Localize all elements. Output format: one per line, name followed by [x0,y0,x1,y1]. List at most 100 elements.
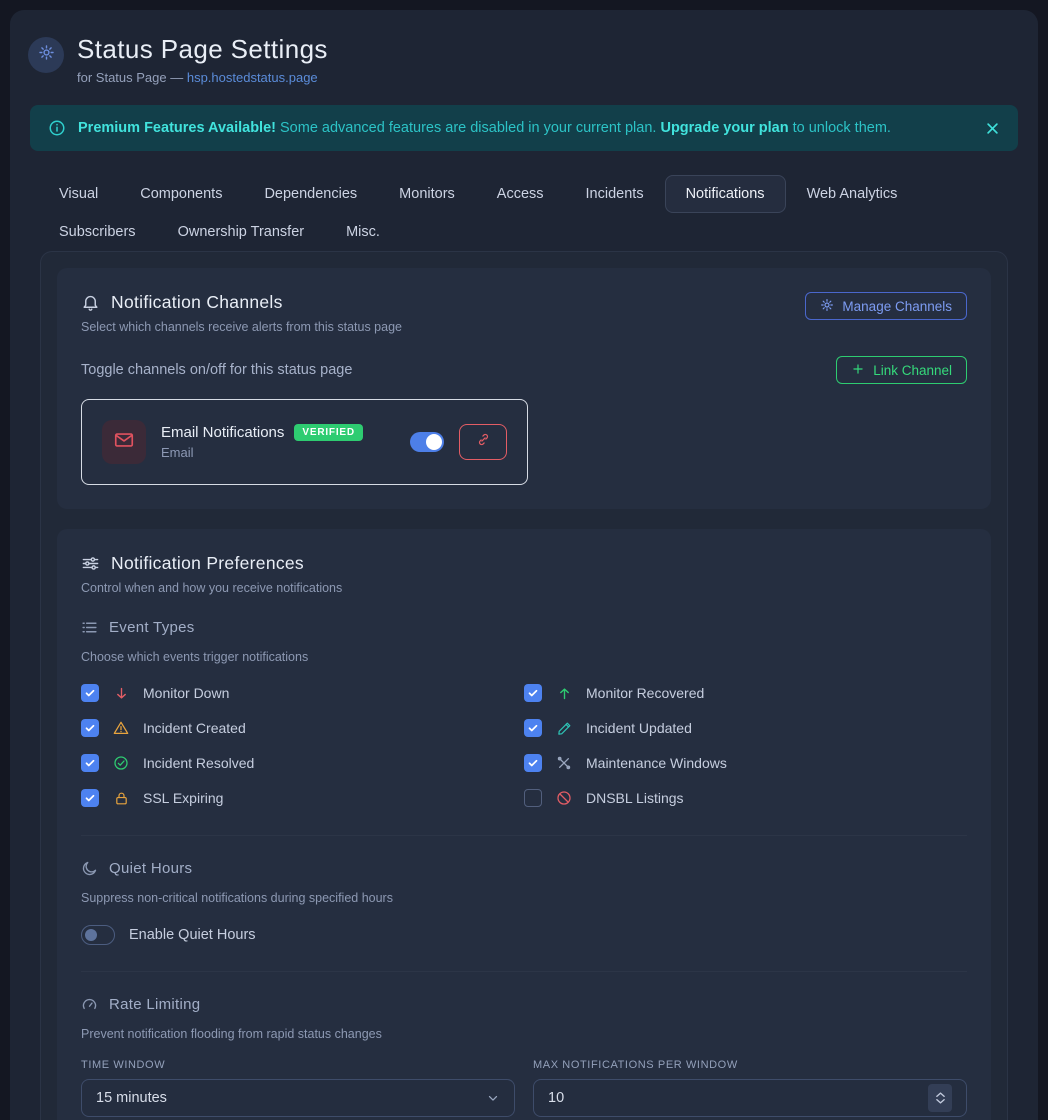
gear-icon [38,44,55,66]
event-maintenance-windows: Maintenance Windows [524,752,967,774]
gear-icon [820,298,834,315]
event-label: Maintenance Windows [586,755,727,771]
time-window-field: TIME WINDOW 15 minutes [81,1059,515,1117]
channel-type: Email [161,445,363,460]
monitor-down-checkbox[interactable] [81,684,99,702]
tab-monitors[interactable]: Monitors [378,175,476,213]
warning-icon [112,720,130,736]
info-circle-icon [48,119,66,137]
quiet-hours-subtitle: Suppress non-critical notifications duri… [81,891,967,905]
tab-web-analytics[interactable]: Web Analytics [786,175,919,213]
tab-dependencies[interactable]: Dependencies [243,175,378,213]
tab-visual[interactable]: Visual [38,175,119,213]
dnsbl-listings-checkbox[interactable] [524,789,542,807]
tab-ownership-transfer[interactable]: Ownership Transfer [157,213,326,251]
event-label: Monitor Down [143,685,229,701]
incident-updated-checkbox[interactable] [524,719,542,737]
gauge-icon [81,996,98,1013]
incident-resolved-checkbox[interactable] [81,754,99,772]
channel-info: Email Notifications VERIFIED Email [161,424,363,460]
channels-card-header: Notification Channels Select which chann… [81,292,967,334]
event-dnsbl-listings: DNSBL Listings [524,787,967,809]
ssl-expiring-checkbox[interactable] [81,789,99,807]
envelope-icon [113,429,135,456]
monitor-recovered-checkbox[interactable] [524,684,542,702]
rate-limiting-title: Rate Limiting [109,996,200,1013]
max-notifications-label: MAX NOTIFICATIONS PER WINDOW [533,1059,967,1071]
quiet-hours-toggle[interactable] [81,925,115,945]
page-subtitle: for Status Page — hsp.hostedstatus.page [77,70,328,85]
channels-title-row: Notification Channels [81,292,402,313]
tab-misc[interactable]: Misc. [325,213,401,251]
event-label: Incident Updated [586,720,692,736]
max-notifications-control [533,1079,967,1117]
settings-badge [28,37,64,73]
quiet-hours-section: Quiet Hours Suppress non-critical notifi… [81,860,967,945]
link-channel-label: Link Channel [873,363,952,378]
incident-created-checkbox[interactable] [81,719,99,737]
bell-icon [81,293,100,312]
number-stepper-icon[interactable] [928,1084,952,1112]
tab-components[interactable]: Components [119,175,243,213]
chevron-down-icon [486,1091,500,1105]
tab-notifications[interactable]: Notifications [665,175,786,213]
event-types-title: Event Types [109,619,195,636]
channels-toggle-row: Toggle channels on/off for this status p… [81,356,967,384]
rate-limiting-section: Rate Limiting Prevent notification flood… [81,996,967,1117]
list-icon [81,619,98,636]
manage-channels-button[interactable]: Manage Channels [805,292,967,320]
preferences-title: Notification Preferences [111,553,304,574]
premium-banner: Premium Features Available! Some advance… [30,105,1018,151]
event-label: Incident Resolved [143,755,254,771]
section-divider [81,971,967,972]
pencil-icon [555,721,573,736]
status-page-link[interactable]: hsp.hostedstatus.page [187,70,318,85]
time-window-select[interactable]: 15 minutes [81,1079,515,1117]
event-incident-resolved: Incident Resolved [81,752,524,774]
email-channel-card: Email Notifications VERIFIED Email [81,399,528,485]
maintenance-windows-checkbox[interactable] [524,754,542,772]
plus-icon [851,362,865,379]
event-label: Monitor Recovered [586,685,704,701]
page-title: Status Page Settings [77,34,328,65]
event-types-grid: Monitor Down Monitor Recovered [81,682,967,809]
close-icon[interactable] [985,121,1000,136]
tab-incidents[interactable]: Incidents [565,175,665,213]
channel-enabled-toggle[interactable] [410,432,444,452]
channel-name: Email Notifications [161,424,284,441]
banner-text: Premium Features Available! Some advance… [78,120,891,136]
max-notifications-field: MAX NOTIFICATIONS PER WINDOW [533,1059,967,1117]
sliders-icon [81,554,100,573]
event-monitor-down: Monitor Down [81,682,524,704]
time-window-label: TIME WINDOW [81,1059,515,1071]
no-entry-icon [555,790,573,806]
channels-subtitle: Select which channels receive alerts fro… [81,320,402,334]
channels-title: Notification Channels [111,292,283,313]
max-notifications-input[interactable] [548,1090,748,1106]
manage-channels-label: Manage Channels [842,299,952,314]
upgrade-plan-link[interactable]: Upgrade your plan [660,120,788,136]
unlink-channel-button[interactable] [459,424,507,460]
notification-channels-card: Notification Channels Select which chann… [57,268,991,509]
section-divider [81,835,967,836]
tab-subscribers[interactable]: Subscribers [38,213,157,251]
event-incident-updated: Incident Updated [524,717,967,739]
event-types-subtitle: Choose which events trigger notification… [81,650,967,664]
event-incident-created: Incident Created [81,717,524,739]
time-window-value: 15 minutes [96,1090,167,1106]
check-circle-icon [112,755,130,771]
preferences-title-row: Notification Preferences [81,553,342,574]
rate-limiting-subtitle: Prevent notification flooding from rapid… [81,1027,967,1041]
lock-icon [112,791,130,806]
channel-icon-box [102,420,146,464]
quiet-hours-toggle-label: Enable Quiet Hours [129,927,256,943]
settings-tabs: Visual Components Dependencies Monitors … [38,175,1018,251]
preferences-subtitle: Control when and how you receive notific… [81,581,342,595]
tab-access[interactable]: Access [476,175,565,213]
verified-badge: VERIFIED [294,424,363,441]
status-page-settings-window: Status Page Settings for Status Page — h… [10,10,1038,1120]
link-channel-button[interactable]: Link Channel [836,356,967,384]
arrow-down-icon [112,686,130,701]
event-monitor-recovered: Monitor Recovered [524,682,967,704]
arrow-up-icon [555,686,573,701]
